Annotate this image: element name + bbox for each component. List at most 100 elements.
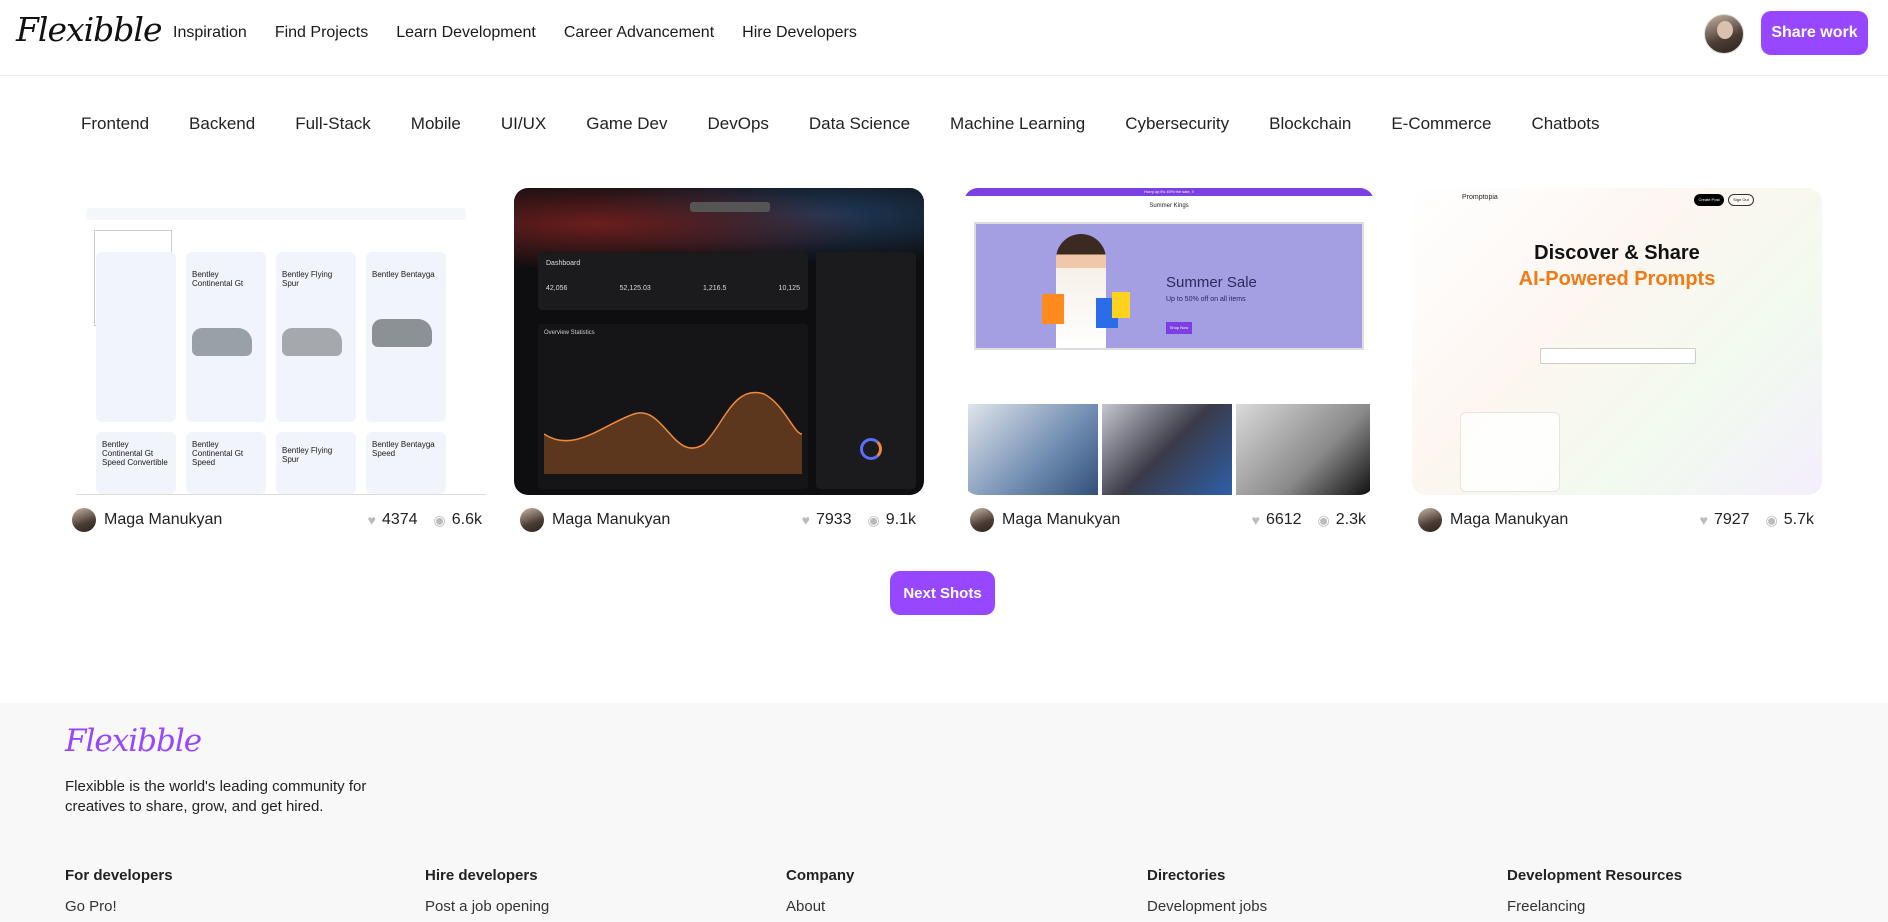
- author-name[interactable]: Maga Manukyan: [1002, 511, 1120, 529]
- category-backend[interactable]: Backend: [189, 114, 255, 134]
- category-mobile[interactable]: Mobile: [411, 114, 461, 134]
- category-devops[interactable]: DevOps: [707, 114, 768, 134]
- thumb-product-shirt: [1236, 404, 1370, 495]
- category-chatbots[interactable]: Chatbots: [1531, 114, 1599, 134]
- thumb-car-name: Bentley Flying Spur: [282, 446, 333, 464]
- footer-link[interactable]: Development jobs: [1147, 898, 1267, 915]
- thumb-store-name: Summer Kings: [1149, 203, 1189, 209]
- thumb-section-title: Overview Statistics: [544, 330, 595, 336]
- thumb-area-chart: [544, 391, 802, 474]
- footer: Flexibble Flexibble is the world's leadi…: [0, 703, 1888, 922]
- nav-career-advancement[interactable]: Career Advancement: [564, 24, 714, 42]
- thumb-promo-banner: Hurry up it's 40% the sale, !!: [964, 188, 1374, 196]
- footer-link[interactable]: Freelancing: [1507, 898, 1682, 915]
- thumb-shop-button: Shop Now: [1166, 322, 1192, 334]
- thumb-product-group: [1102, 404, 1232, 495]
- thumb-kpi-value: 52,125.03: [619, 285, 651, 292]
- thumb-car-card: Bentley Flying Spur: [276, 252, 356, 422]
- category-machine-learning[interactable]: Machine Learning: [950, 114, 1085, 134]
- likes-count: 7927: [1713, 511, 1750, 528]
- thumb-car-name: Bentley Continental Gt Speed: [192, 440, 244, 467]
- footer-link[interactable]: Go Pro!: [65, 898, 173, 915]
- thumb-car-card: [96, 252, 176, 422]
- project-thumbnail-ecommerce[interactable]: Hurry up it's 40% the sale, !! Summer Ki…: [964, 188, 1374, 495]
- heart-icon[interactable]: ♥: [802, 512, 810, 528]
- thumb-car-name: Bentley Continental Gt: [192, 270, 244, 288]
- footer-column: Hire developers Post a job opening: [425, 867, 549, 915]
- thumb-prompt-card: [1460, 412, 1560, 492]
- thumb-sale-headline: Summer Sale: [1166, 274, 1257, 291]
- thumb-headline: Discover & Share: [1534, 242, 1700, 264]
- footer-column: For developers Go Pro!: [65, 867, 173, 915]
- thumb-search: [690, 202, 770, 212]
- category-full-stack[interactable]: Full-Stack: [295, 114, 371, 134]
- footer-link[interactable]: Post a job opening: [425, 898, 549, 915]
- thumb-model: [1056, 234, 1106, 348]
- eye-icon: ◉: [1765, 511, 1778, 528]
- footer-logo[interactable]: Flexibble: [65, 723, 202, 759]
- thumb-search-box: [1540, 348, 1696, 364]
- author-name[interactable]: Maga Manukyan: [1450, 511, 1568, 529]
- thumb-kpi-value: 1,216.5: [702, 285, 727, 292]
- heart-icon[interactable]: ♥: [368, 512, 376, 528]
- footer-column-title: Hire developers: [425, 867, 538, 884]
- main-nav: Inspiration Find Projects Learn Developm…: [173, 24, 857, 42]
- category-cybersecurity[interactable]: Cybersecurity: [1125, 114, 1229, 134]
- heart-icon[interactable]: ♥: [1700, 512, 1708, 528]
- eye-icon: ◉: [867, 511, 880, 528]
- author-name[interactable]: Maga Manukyan: [552, 511, 670, 529]
- views-count: 9.1k: [885, 511, 916, 528]
- author-avatar[interactable]: [520, 508, 544, 532]
- thumb-hero: Summer Sale Up to 50% off on all items S…: [974, 222, 1364, 350]
- author-avatar[interactable]: [72, 508, 96, 532]
- views-count: 5.7k: [1783, 511, 1814, 528]
- likes-count: 4374: [381, 511, 418, 528]
- category-ui-ux[interactable]: UI/UX: [501, 114, 546, 134]
- category-data-science[interactable]: Data Science: [809, 114, 910, 134]
- thumb-car-card: Bentley Continental Gt Speed Convertible: [96, 432, 176, 494]
- logo[interactable]: Flexibble: [16, 10, 162, 49]
- thumb-signout-button: Sign Out: [1728, 194, 1754, 206]
- nav-inspiration[interactable]: Inspiration: [173, 24, 247, 42]
- project-meta: Maga Manukyan ♥ 6612 ◉ 2.3k: [970, 507, 1366, 533]
- thumb-car-name: Bentley Continental Gt Speed Convertible: [102, 440, 168, 467]
- thumb-car-name: Bentley Bentayga: [372, 270, 435, 279]
- category-frontend[interactable]: Frontend: [81, 114, 149, 134]
- footer-column-title: Directories: [1147, 867, 1226, 884]
- project-thumbnail-dashboard[interactable]: Dashboard 42,056 52,125.03 1,216.5 10,12…: [514, 188, 924, 495]
- author-avatar[interactable]: [1418, 508, 1442, 532]
- footer-link[interactable]: About: [786, 898, 854, 915]
- thumb-dashboard-title: Dashboard: [546, 260, 581, 267]
- next-shots-button[interactable]: Next Shots: [890, 571, 995, 615]
- thumb-car-card: Bentley Continental Gt: [186, 252, 266, 422]
- user-avatar[interactable]: [1704, 14, 1744, 54]
- footer-column-title: Development Resources: [1507, 867, 1683, 884]
- project-meta: Maga Manukyan ♥ 7933 ◉ 9.1k: [520, 507, 916, 533]
- author-name[interactable]: Maga Manukyan: [104, 511, 222, 529]
- project-stats: ♥ 7933 ◉ 9.1k: [802, 511, 916, 529]
- project-thumbnail-promptopia[interactable]: Promptopia Create Post Sign Out Discover…: [1412, 188, 1822, 495]
- nav-hire-developers[interactable]: Hire Developers: [742, 24, 857, 42]
- share-work-button[interactable]: Share work: [1761, 11, 1868, 55]
- project-stats: ♥ 4374 ◉ 6.6k: [368, 511, 482, 529]
- eye-icon: ◉: [433, 511, 446, 528]
- thumb-car-name: Bentley Flying Spur: [282, 270, 333, 288]
- project-thumbnail-car-rental[interactable]: Bentley Continental Gt Bentley Flying Sp…: [76, 188, 486, 495]
- thumb-chart-panel: Overview Statistics: [538, 324, 808, 489]
- thumb-car-card: Bentley Bentayga Speed: [366, 432, 446, 494]
- project-stats: ♥ 6612 ◉ 2.3k: [1252, 511, 1366, 529]
- author-avatar[interactable]: [970, 508, 994, 532]
- nav-learn-development[interactable]: Learn Development: [396, 24, 536, 42]
- thumb-toolbar: [86, 208, 466, 220]
- category-filter: Frontend Backend Full-Stack Mobile UI/UX…: [81, 114, 1640, 134]
- footer-tagline: Flexibble is the world's leading communi…: [65, 778, 367, 815]
- footer-column-title: Company: [786, 867, 855, 884]
- category-game-dev[interactable]: Game Dev: [586, 114, 667, 134]
- heart-icon[interactable]: ♥: [1252, 512, 1260, 528]
- nav-find-projects[interactable]: Find Projects: [275, 24, 368, 42]
- thumb-kpi-value: 10,125: [778, 285, 800, 292]
- project-meta: Maga Manukyan ♥ 4374 ◉ 6.6k: [72, 507, 482, 533]
- category-e-commerce[interactable]: E-Commerce: [1391, 114, 1491, 134]
- category-blockchain[interactable]: Blockchain: [1269, 114, 1351, 134]
- top-navbar: Flexibble Inspiration Find Projects Lear…: [0, 0, 1888, 76]
